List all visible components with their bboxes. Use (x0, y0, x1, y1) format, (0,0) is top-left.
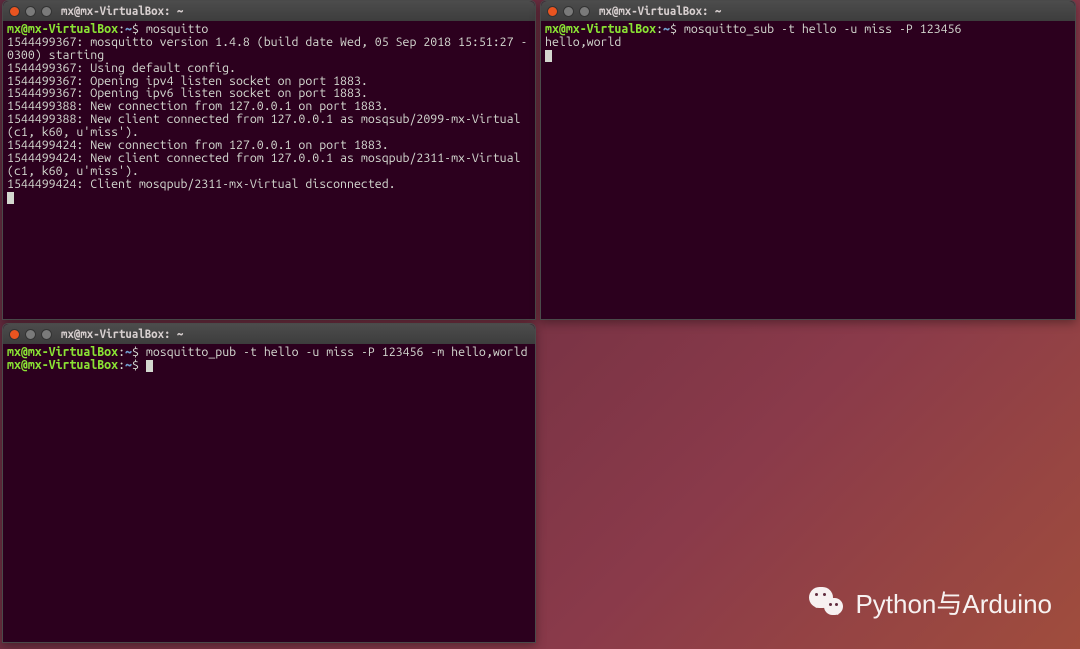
output-line: 1544499367: Using default config. (7, 61, 236, 75)
terminal-window-mosquitto-sub[interactable]: mx@mx-VirtualBox: ~ mx@mx-VirtualBox:~$ … (540, 0, 1076, 320)
minimize-icon[interactable] (563, 6, 574, 17)
prompt-path: ~ (663, 22, 670, 36)
minimize-icon[interactable] (25, 329, 36, 340)
output-line: 1544499424: New connection from 127.0.0.… (7, 138, 389, 152)
watermark: Python与Arduino (807, 583, 1052, 621)
maximize-icon[interactable] (579, 6, 590, 17)
window-title: mx@mx-VirtualBox: ~ (61, 328, 183, 341)
window-title: mx@mx-VirtualBox: ~ (61, 5, 183, 18)
cursor-icon (545, 50, 552, 62)
prompt-path: ~ (125, 22, 132, 36)
prompt-user: mx (545, 22, 559, 36)
close-icon[interactable] (547, 6, 558, 17)
command-text: mosquitto_pub -t hello -u miss -P 123456… (146, 345, 528, 359)
cursor-icon (146, 360, 153, 372)
terminal-body[interactable]: mx@mx-VirtualBox:~$ mosquitto_pub -t hel… (3, 344, 535, 642)
wechat-icon (807, 583, 845, 621)
terminal-body[interactable]: mx@mx-VirtualBox:~$ mosquitto 1544499367… (3, 21, 535, 319)
output-line: 1544499424: Client mosqpub/2311-mx-Virtu… (7, 177, 396, 191)
window-titlebar[interactable]: mx@mx-VirtualBox: ~ (541, 1, 1075, 21)
maximize-icon[interactable] (41, 329, 52, 340)
cursor-icon (7, 192, 14, 204)
output-line: hello,world (545, 35, 621, 49)
command-text: mosquitto_sub -t hello -u miss -P 123456 (684, 22, 962, 36)
watermark-text: Python与Arduino (855, 584, 1052, 621)
window-titlebar[interactable]: mx@mx-VirtualBox: ~ (3, 1, 535, 21)
output-line: 1544499388: New connection from 127.0.0.… (7, 99, 389, 113)
prompt-user: mx (7, 22, 21, 36)
prompt-path: ~ (125, 358, 132, 372)
output-line: 1544499424: New client connected from 12… (7, 151, 527, 178)
close-icon[interactable] (9, 6, 20, 17)
output-line: 1544499388: New client connected from 12… (7, 112, 527, 139)
minimize-icon[interactable] (25, 6, 36, 17)
terminal-body[interactable]: mx@mx-VirtualBox:~$ mosquitto_sub -t hel… (541, 21, 1075, 319)
prompt-host: mx-VirtualBox (28, 22, 118, 36)
prompt-host: mx-VirtualBox (28, 345, 118, 359)
maximize-icon[interactable] (41, 6, 52, 17)
prompt-user: mx (7, 345, 21, 359)
close-icon[interactable] (9, 329, 20, 340)
prompt-host: mx-VirtualBox (566, 22, 656, 36)
terminal-window-mosquitto-broker[interactable]: mx@mx-VirtualBox: ~ mx@mx-VirtualBox:~$ … (2, 0, 536, 320)
output-line: 1544499367: Opening ipv4 listen socket o… (7, 74, 368, 88)
prompt-path: ~ (125, 345, 132, 359)
window-title: mx@mx-VirtualBox: ~ (599, 5, 721, 18)
output-line: 1544499367: mosquitto version 1.4.8 (bui… (7, 35, 527, 62)
window-titlebar[interactable]: mx@mx-VirtualBox: ~ (3, 324, 535, 344)
output-line: 1544499367: Opening ipv6 listen socket o… (7, 86, 368, 100)
terminal-window-mosquitto-pub[interactable]: mx@mx-VirtualBox: ~ mx@mx-VirtualBox:~$ … (2, 323, 536, 643)
prompt-user: mx (7, 358, 21, 372)
command-text: mosquitto (146, 22, 208, 36)
prompt-host: mx-VirtualBox (28, 358, 118, 372)
